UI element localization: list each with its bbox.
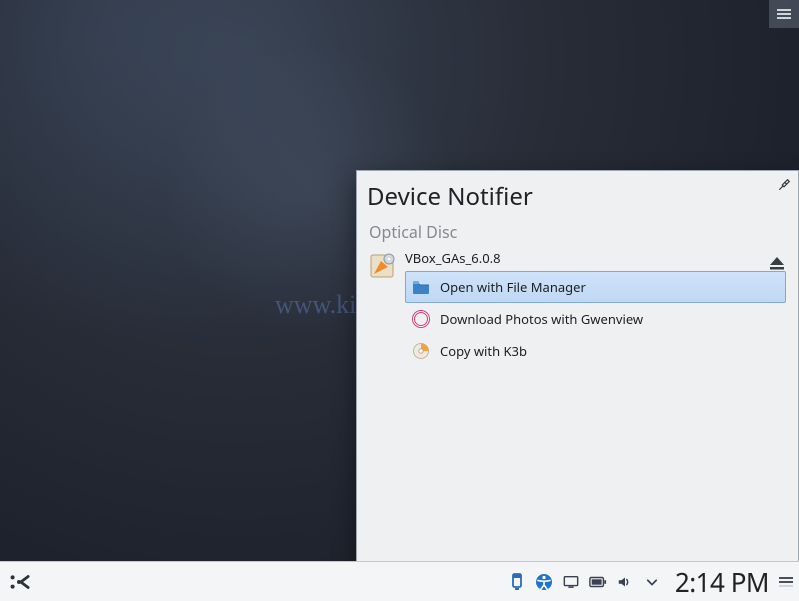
system-tray [508, 573, 661, 591]
display-icon[interactable] [562, 573, 580, 591]
action-label: Download Photos with Gwenview [440, 310, 643, 328]
device-category-label: Optical Disc [369, 221, 786, 243]
action-open-file-manager[interactable]: Open with File Manager [405, 271, 786, 303]
chevron-down-icon [646, 576, 658, 588]
panel-edit-handle[interactable] [769, 0, 799, 28]
device-actions: Open with File Manager Download Photos w… [405, 271, 786, 367]
action-label: Open with File Manager [440, 278, 586, 296]
action-label: Copy with K3b [440, 342, 527, 360]
pin-button[interactable] [776, 177, 792, 193]
eject-button[interactable] [768, 253, 786, 267]
battery-icon[interactable] [589, 573, 607, 591]
device-name: VBox_GAs_6.0.8 [405, 249, 786, 267]
gwenview-icon [412, 310, 430, 328]
device-notifier-tray-icon[interactable] [508, 573, 526, 591]
application-launcher[interactable] [6, 569, 32, 595]
clock[interactable]: 2:14 PM [675, 564, 769, 600]
accessibility-icon[interactable] [535, 573, 553, 591]
tray-expand-button[interactable] [643, 573, 661, 591]
panel-menu-button[interactable] [779, 577, 793, 587]
optical-disc-icon [369, 253, 395, 279]
hamburger-icon [779, 577, 793, 587]
taskbar-panel: 2:14 PM [0, 561, 799, 601]
k3b-icon [412, 342, 430, 360]
notifier-title: Device Notifier [367, 180, 788, 213]
device-entry[interactable]: VBox_GAs_6.0.8 Open with File Manager [363, 247, 792, 367]
folder-icon [412, 278, 430, 296]
action-download-photos-gwenview[interactable]: Download Photos with Gwenview [405, 303, 786, 335]
action-copy-k3b[interactable]: Copy with K3b [405, 335, 786, 367]
volume-icon[interactable] [616, 573, 634, 591]
device-notifier-popup: Device Notifier Optical Disc VBox_GAs_6.… [356, 170, 799, 562]
pin-icon [777, 178, 791, 192]
kde-launcher-icon [8, 571, 30, 593]
eject-icon [768, 256, 786, 270]
hamburger-icon [777, 9, 791, 19]
